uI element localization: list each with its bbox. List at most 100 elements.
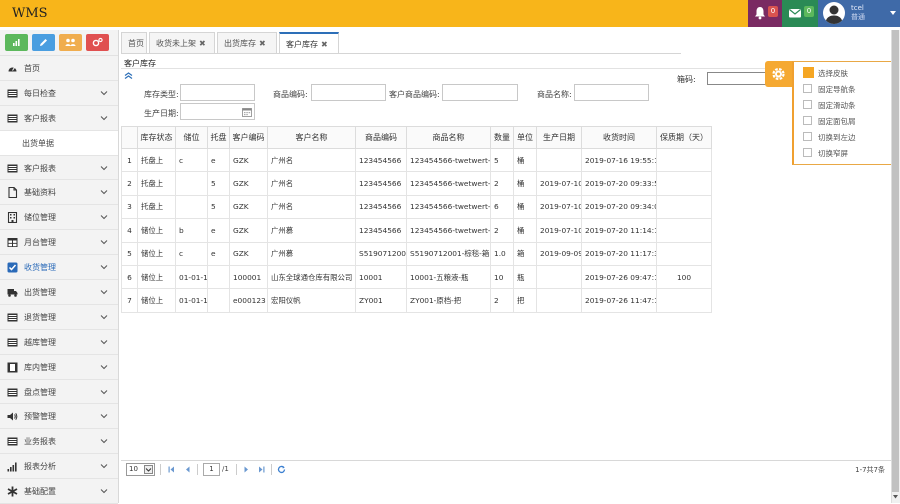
gear-icon	[772, 67, 785, 81]
column-header[interactable]: 数量	[490, 126, 514, 149]
table-row[interactable]: 5 储位上 c e GZK 广州慕 S5190712001 S5190712001-棕毯-箱 1…	[121, 241, 712, 266]
cogs-icon	[92, 37, 103, 47]
shortcut-edit-button[interactable]	[32, 34, 55, 51]
table-cell	[656, 194, 712, 220]
column-header[interactable]: 单位	[513, 126, 537, 149]
notifications-button[interactable]: 0	[748, 0, 782, 27]
tab-home[interactable]: 首页	[121, 32, 147, 53]
column-header[interactable]: 生产日期	[536, 126, 582, 149]
sidebar-item[interactable]: 首页	[0, 56, 118, 81]
close-icon[interactable]: ✖	[321, 40, 328, 49]
chevron-down-icon	[144, 465, 153, 474]
customer-product-code-label: 客户商品编码:	[389, 90, 440, 99]
table-row[interactable]: 2 托盘上 5 GZK 广州名 123454566 123454566-twetwert-桶…	[121, 171, 712, 196]
messages-button[interactable]: 0	[782, 0, 818, 27]
sidebar-item[interactable]: 越库管理	[0, 330, 118, 355]
product-code-input[interactable]	[311, 84, 386, 101]
sidebar-item[interactable]: 储位管理	[0, 205, 118, 231]
close-icon[interactable]: ✖	[259, 39, 266, 48]
column-header[interactable]	[121, 126, 138, 149]
settings-toggle-button[interactable]	[765, 61, 792, 87]
page-size-select[interactable]: 10	[126, 463, 155, 476]
list-icon	[7, 338, 18, 347]
chevron-double-up-icon[interactable]	[124, 72, 133, 79]
table-cell: 5	[207, 171, 230, 196]
sidebar-item[interactable]: 收货管理	[0, 255, 118, 281]
refresh-icon[interactable]	[277, 465, 286, 474]
sidebar-item[interactable]: 出货单据	[0, 130, 118, 156]
table-row[interactable]: 4 储位上 b e GZK 广州慕 123454566 123454566-twetwert-…	[121, 218, 712, 243]
table-cell: 瓶	[513, 264, 537, 290]
product-name-input[interactable]	[574, 84, 649, 101]
sidebar-item[interactable]: 客户报表	[0, 156, 118, 181]
production-date-input[interactable]	[180, 103, 255, 120]
column-header[interactable]: 客户编码	[229, 126, 268, 149]
current-page-input[interactable]: 1	[203, 463, 220, 476]
column-header[interactable]: 储位	[175, 126, 208, 149]
shortcut-settings-button[interactable]	[86, 34, 109, 51]
prev-page-icon[interactable]	[183, 465, 192, 474]
table-cell: 100	[656, 264, 712, 290]
sidebar-item[interactable]: 盘点管理	[0, 380, 118, 405]
sidebar-item-label: 业务报表	[24, 437, 56, 447]
table-cell: 广州名	[267, 171, 356, 196]
sidebar-item[interactable]: 报表分析	[0, 454, 118, 480]
sidebar-item[interactable]: 每日检查	[0, 81, 118, 106]
user-menu[interactable]: tcel 普通	[818, 0, 900, 27]
sidebar-item-label: 出货单据	[22, 138, 54, 148]
user-name: tcel	[851, 4, 864, 12]
tab-received-not-shelved[interactable]: 收货未上架 ✖	[149, 32, 215, 53]
close-icon[interactable]: ✖	[199, 39, 206, 48]
last-page-icon[interactable]	[257, 465, 266, 474]
sidebar-item-label: 客户报表	[24, 163, 56, 173]
column-header[interactable]: 托盘	[207, 126, 230, 149]
chevron-down-icon	[100, 91, 108, 96]
first-page-icon[interactable]	[167, 465, 176, 474]
scroll-down-arrow-icon[interactable]	[892, 492, 899, 502]
column-header[interactable]: 商品名称	[406, 126, 491, 149]
table-row[interactable]: 1 托盘上 c e GZK 广州名 123454566 123454566-twetwert-…	[121, 147, 712, 173]
shortcut-stats-button[interactable]	[5, 34, 28, 51]
sidebar-item[interactable]: 退货管理	[0, 305, 118, 330]
tab-customer-stock[interactable]: 客户库存 ✖	[279, 32, 339, 53]
checkbox[interactable]	[803, 67, 814, 78]
list-icon	[7, 114, 18, 123]
sidebar-item[interactable]: 预警管理	[0, 404, 118, 430]
chevron-down-icon	[100, 265, 108, 270]
sidebar-item[interactable]: 月台管理	[0, 230, 118, 256]
tab-outbound-stock[interactable]: 出货库存 ✖	[217, 32, 277, 53]
notifications-count-badge: 0	[768, 6, 778, 17]
calendar-icon[interactable]	[242, 107, 252, 117]
table-row[interactable]: 6 储位上 01-01-1 100001 山东全球通仓库有限公司 10001 10001-五…	[121, 264, 712, 290]
app-logo[interactable]: WMS	[12, 6, 48, 21]
table-cell: 桶	[513, 147, 537, 173]
column-header[interactable]: 库存状态	[137, 126, 176, 149]
checkbox[interactable]	[803, 148, 812, 157]
column-header[interactable]: 客户名称	[267, 126, 356, 149]
sidebar-item[interactable]: 业务报表	[0, 429, 118, 455]
table-row[interactable]: 3 托盘上 5 GZK 广州名 123454566 123454566-twetwert-桶…	[121, 194, 712, 220]
shortcut-users-button[interactable]	[59, 34, 82, 51]
checkbox[interactable]	[803, 100, 812, 109]
sidebar-item[interactable]: 库内管理	[0, 355, 118, 380]
next-page-icon[interactable]	[242, 465, 251, 474]
sidebar-item[interactable]: 客户报表	[0, 106, 118, 131]
customer-product-code-input[interactable]	[442, 84, 518, 101]
checkbox[interactable]	[803, 132, 812, 141]
column-header[interactable]: 商品编码	[355, 126, 407, 149]
sidebar-item[interactable]: 基础资料	[0, 180, 118, 206]
sidebar-item[interactable]: 基础配置	[0, 479, 118, 504]
sidebar-item-label: 基础资料	[24, 188, 56, 198]
checkbox[interactable]	[803, 116, 812, 125]
table-cell: 广州慕	[267, 218, 356, 243]
checkbox[interactable]	[803, 84, 812, 93]
column-header[interactable]: 收货时间	[581, 126, 657, 149]
column-header[interactable]: 保质期（天）	[656, 126, 712, 149]
table-row[interactable]: 7 储位上 01-01-1 e000123 宏阳仪帆 ZY001 ZY001-原档-把 2 把 2…	[121, 288, 712, 313]
stock-type-input[interactable]	[180, 84, 255, 101]
sidebar-item[interactable]: 出货管理	[0, 280, 118, 305]
page-scrollbar-thumb[interactable]	[892, 30, 899, 492]
settings-option-label: 切换窄屏	[818, 149, 848, 158]
list-icon	[7, 89, 18, 98]
box-code-input[interactable]	[707, 72, 767, 85]
